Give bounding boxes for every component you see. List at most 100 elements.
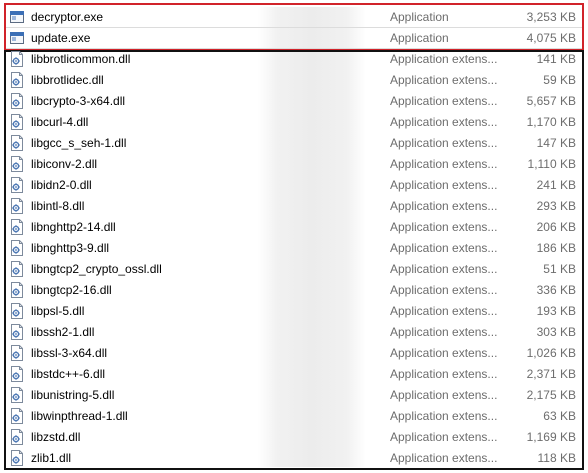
file-row[interactable]: libngtcp2_crypto_ossl.dll Application ext… [6,259,582,280]
file-type: Application extens... [390,409,498,423]
file-type: Application extens... [390,304,498,318]
file-row[interactable]: zlib1.dll Application extens... 118 KB [6,448,582,469]
file-name: libbrotlidec.dll [31,73,104,87]
file-row[interactable]: libiconv-2.dll Application extens... 1,110… [6,154,582,175]
file-type: Application [390,10,449,24]
file-row[interactable]: libssl-3-x64.dll Application extens... 1,0… [6,343,582,364]
file-size: 3,253 KB [526,10,576,24]
file-name: libssh2-1.dll [31,325,95,339]
file-type: Application extens... [390,73,498,87]
dll-gear-icon [10,93,24,109]
dll-gear-icon [10,450,24,466]
file-row[interactable]: libunistring-5.dll Application extens... 2… [6,385,582,406]
file-type: Application extens... [390,451,498,465]
file-size: 2,175 KB [526,388,576,402]
file-row[interactable]: libstdc++-6.dll Application extens... 2,37… [6,364,582,385]
file-size: 193 KB [536,304,576,318]
dll-gear-icon [10,219,24,235]
file-type: Application extens... [390,241,498,255]
file-row[interactable]: libgcc_s_seh-1.dll Application extens... 1… [6,133,582,154]
file-row[interactable]: libcurl-4.dll Application extens... 1,170 … [6,112,582,133]
file-row[interactable]: update.exe Application 4,075 KB [6,28,582,49]
exe-window-icon [10,30,24,46]
dll-gear-icon [10,303,24,319]
file-type: Application extens... [390,367,498,381]
file-list: decryptor.exe Application 3,253 KB update.… [6,7,582,469]
file-type: Application extens... [390,52,498,66]
file-type: Application extens... [390,262,498,276]
file-type: Application extens... [390,178,498,192]
file-row[interactable]: libssh2-1.dll Application extens... 303 KB [6,322,582,343]
dll-gear-icon [10,387,24,403]
file-size: 336 KB [536,283,576,297]
dll-gear-icon [10,72,24,88]
dll-gear-icon [10,135,24,151]
file-row[interactable]: decryptor.exe Application 3,253 KB [6,7,582,28]
dll-gear-icon [10,156,24,172]
file-type: Application [390,31,449,45]
file-size: 2,371 KB [526,367,576,381]
file-name: libpsl-5.dll [31,304,85,318]
dll-gear-icon [10,282,24,298]
file-size: 293 KB [536,199,576,213]
file-size: 241 KB [536,178,576,192]
file-row[interactable]: libnghttp2-14.dll Application extens... 20… [6,217,582,238]
file-size: 59 KB [543,73,576,87]
dll-gear-icon [10,408,24,424]
file-size: 1,169 KB [526,430,576,444]
file-row[interactable]: libcrypto-3-x64.dll Application extens...… [6,91,582,112]
file-type: Application extens... [390,220,498,234]
file-name: libcurl-4.dll [31,115,89,129]
file-row[interactable]: libpsl-5.dll Application extens... 193 KB [6,301,582,322]
file-size: 141 KB [536,52,576,66]
file-size: 1,170 KB [526,115,576,129]
file-row[interactable]: libbrotlidec.dll Application extens... 59 … [6,70,582,91]
file-type: Application extens... [390,325,498,339]
file-name: decryptor.exe [31,10,104,24]
exe-window-icon [10,9,24,25]
file-type: Application extens... [390,388,498,402]
file-name: libiconv-2.dll [31,157,98,171]
file-name: libidn2-0.dll [31,178,92,192]
file-name: libunistring-5.dll [31,388,115,402]
file-name: zlib1.dll [31,451,72,465]
file-row[interactable]: libngtcp2-16.dll Application extens... 336… [6,280,582,301]
dll-gear-icon [10,240,24,256]
file-size: 1,026 KB [526,346,576,360]
file-name: libngtcp2_crypto_ossl.dll [31,262,162,276]
file-name: libssl-3-x64.dll [31,346,108,360]
file-name: libintl-8.dll [31,199,85,213]
file-name: libwinpthread-1.dll [31,409,128,423]
file-size: 147 KB [536,136,576,150]
file-row[interactable]: libzstd.dll Application extens... 1,169 KB [6,427,582,448]
dll-gear-icon [10,429,24,445]
file-name: libstdc++-6.dll [31,367,106,381]
file-size: 5,657 KB [526,94,576,108]
dll-gear-icon [10,114,24,130]
file-row[interactable]: libwinpthread-1.dll Application extens...… [6,406,582,427]
file-type: Application extens... [390,94,498,108]
file-row[interactable]: libidn2-0.dll Application extens... 241 KB [6,175,582,196]
file-name: libcrypto-3-x64.dll [31,94,126,108]
file-type: Application extens... [390,430,498,444]
file-row[interactable]: libbrotlicommon.dll Application extens...… [6,49,582,70]
dll-gear-icon [10,345,24,361]
file-type: Application extens... [390,346,498,360]
file-row[interactable]: libnghttp3-9.dll Application extens... 186… [6,238,582,259]
file-type: Application extens... [390,136,498,150]
file-size: 4,075 KB [526,31,576,45]
file-type: Application extens... [390,115,498,129]
file-name: libzstd.dll [31,430,81,444]
file-size: 118 KB [537,451,576,465]
dll-gear-icon [10,198,24,214]
file-name: libngtcp2-16.dll [31,283,112,297]
dll-gear-icon [10,324,24,340]
file-size: 51 KB [543,262,576,276]
file-row[interactable]: libintl-8.dll Application extens... 293 KB [6,196,582,217]
file-type: Application extens... [390,283,498,297]
file-type: Application extens... [390,199,498,213]
dll-gear-icon [10,51,24,67]
dll-gear-icon [10,261,24,277]
file-size: 206 KB [536,220,576,234]
file-type: Application extens... [390,157,498,171]
